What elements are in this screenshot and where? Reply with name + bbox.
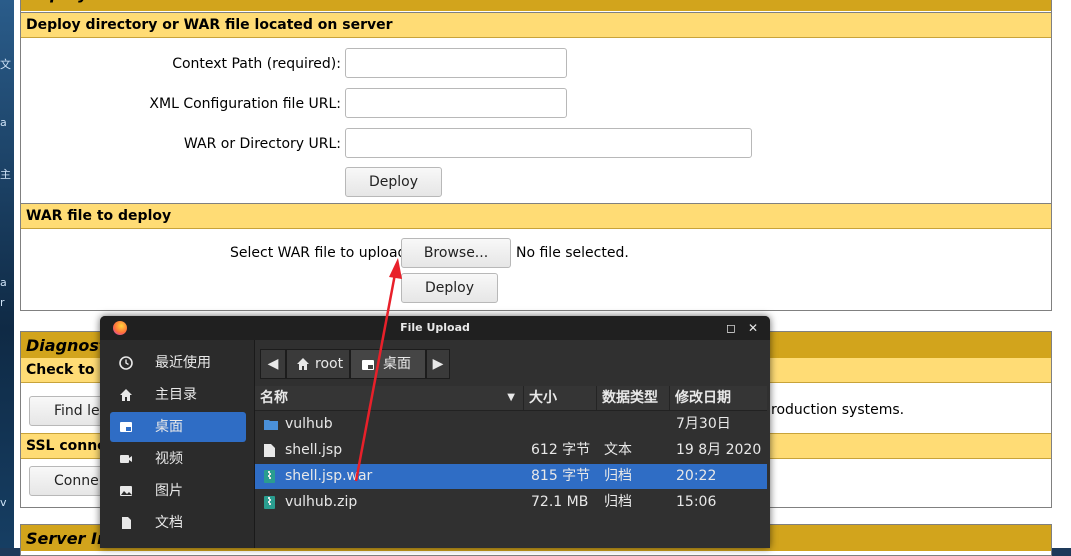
sidebar-item-label: 桌面 bbox=[155, 419, 183, 435]
war-dir-url-label: WAR or Directory URL: bbox=[183, 136, 341, 152]
video-icon bbox=[120, 455, 132, 463]
file-size: 72.1 MB bbox=[531, 494, 589, 510]
file-list-header: 名称 ▼ 大小 数据类型 修改日期 bbox=[255, 386, 767, 411]
archive-icon bbox=[264, 470, 275, 483]
firefox-icon bbox=[113, 321, 127, 335]
file-name: shell.jsp bbox=[285, 442, 343, 458]
xml-config-input[interactable] bbox=[345, 88, 567, 118]
file-modified: 19 8月 2020 bbox=[676, 442, 762, 458]
desktop-background: 文 a 主 a r v bbox=[0, 0, 14, 548]
file-size: 815 字节 bbox=[531, 468, 591, 484]
bg-char: r bbox=[0, 296, 5, 309]
maximize-icon[interactable]: ◻ bbox=[726, 316, 736, 340]
archive-icon bbox=[264, 496, 275, 509]
bg-char: 文 bbox=[0, 58, 11, 71]
dialog-title: File Upload bbox=[400, 321, 470, 334]
file-name: vulhub bbox=[285, 416, 333, 432]
war-dir-url-input[interactable] bbox=[345, 128, 752, 158]
document-icon bbox=[122, 517, 131, 529]
file-name: shell.jsp.war bbox=[285, 468, 373, 484]
sidebar-item-label: 文档 bbox=[155, 515, 183, 531]
text-file-icon bbox=[264, 444, 275, 457]
file-row-selected[interactable]: shell.jsp.war 815 字节 归档 20:22 bbox=[255, 464, 767, 489]
browse-button[interactable]: Browse... bbox=[401, 238, 511, 268]
column-modified[interactable]: 修改日期 bbox=[669, 386, 767, 410]
file-row[interactable]: shell.jsp 612 字节 文本 19 8月 2020 bbox=[255, 438, 767, 463]
path-desktop-button[interactable]: 桌面 bbox=[350, 349, 426, 379]
column-size[interactable]: 大小 bbox=[523, 386, 596, 410]
path-back-button[interactable]: ◀ bbox=[260, 349, 286, 379]
sidebar-item-documents[interactable]: 文档 bbox=[110, 508, 246, 538]
bg-char: v bbox=[0, 496, 7, 509]
xml-config-label: XML Configuration file URL: bbox=[149, 96, 341, 112]
path-segment: 桌面 bbox=[383, 356, 411, 372]
file-type: 文本 bbox=[604, 442, 632, 458]
war-upload-section: WAR file to deploy Select WAR file to up… bbox=[20, 203, 1052, 311]
context-path-label: Context Path (required): bbox=[172, 56, 341, 72]
bg-char: a bbox=[0, 276, 7, 289]
sidebar-item-label: 最近使用 bbox=[155, 355, 211, 371]
file-type: 归档 bbox=[604, 494, 632, 510]
sidebar-item-video[interactable]: 视频 bbox=[110, 444, 246, 474]
close-icon[interactable]: ✕ bbox=[748, 316, 758, 340]
home-icon bbox=[297, 358, 309, 370]
file-row[interactable]: vulhub.zip 72.1 MB 归档 15:06 bbox=[255, 490, 767, 515]
path-segment: root bbox=[315, 356, 344, 372]
bg-char: 主 bbox=[0, 168, 11, 181]
recent-icon bbox=[119, 356, 133, 370]
deploy-server-button[interactable]: Deploy bbox=[345, 167, 442, 197]
file-size: 612 字节 bbox=[531, 442, 591, 458]
column-name[interactable]: 名称 ▼ bbox=[255, 386, 523, 410]
file-row[interactable]: vulhub 7月30日 bbox=[255, 412, 767, 437]
file-name: vulhub.zip bbox=[285, 494, 358, 510]
picture-icon bbox=[120, 486, 132, 496]
sidebar-item-recent[interactable]: 最近使用 bbox=[110, 348, 246, 378]
file-modified: 7月30日 bbox=[676, 416, 731, 432]
sidebar-item-home[interactable]: 主目录 bbox=[110, 380, 246, 410]
home-icon bbox=[120, 389, 132, 401]
find-leaks-desc: roduction systems. bbox=[771, 402, 905, 418]
section-header: WAR file to deploy bbox=[21, 204, 1051, 229]
places-sidebar: 最近使用 主目录 桌面 视频 图片 文档 bbox=[100, 340, 255, 548]
column-type[interactable]: 数据类型 bbox=[596, 386, 669, 410]
path-root-button[interactable]: root bbox=[286, 349, 350, 379]
bg-char: a bbox=[0, 116, 7, 129]
file-modified: 15:06 bbox=[676, 494, 717, 510]
deploy-server-section: Deploy directory or WAR file located on … bbox=[20, 12, 1052, 204]
sidebar-item-desktop[interactable]: 桌面 bbox=[110, 412, 246, 442]
sidebar-item-pictures[interactable]: 图片 bbox=[110, 476, 246, 506]
section-title: Deploy bbox=[21, 0, 1051, 11]
desktop-icon bbox=[120, 422, 132, 432]
sidebar-item-label: 图片 bbox=[155, 483, 183, 499]
sidebar-item-label: 视频 bbox=[155, 451, 183, 467]
context-path-input[interactable] bbox=[345, 48, 567, 78]
path-forward-button[interactable]: ▶ bbox=[426, 349, 450, 379]
sort-down-icon: ▼ bbox=[507, 392, 515, 403]
dialog-titlebar: File Upload ◻ ✕ bbox=[100, 316, 770, 340]
select-war-label: Select WAR file to upload bbox=[230, 245, 407, 261]
folder-icon bbox=[264, 420, 278, 430]
file-upload-dialog: File Upload ◻ ✕ 最近使用 主目录 桌面 视频 图片 文档 ◀ r… bbox=[100, 316, 770, 548]
file-browser: ◀ root 桌面 ▶ 名称 ▼ 大小 数据类型 修改日期 vulhub 7月30… bbox=[255, 340, 770, 548]
deploy-war-button[interactable]: Deploy bbox=[401, 273, 498, 303]
section-header: Deploy directory or WAR file located on … bbox=[21, 13, 1051, 38]
sidebar-item-label: 主目录 bbox=[155, 387, 197, 403]
file-type: 归档 bbox=[604, 468, 632, 484]
file-modified: 20:22 bbox=[676, 468, 717, 484]
no-file-text: No file selected. bbox=[516, 245, 629, 261]
desktop-icon bbox=[362, 360, 374, 370]
